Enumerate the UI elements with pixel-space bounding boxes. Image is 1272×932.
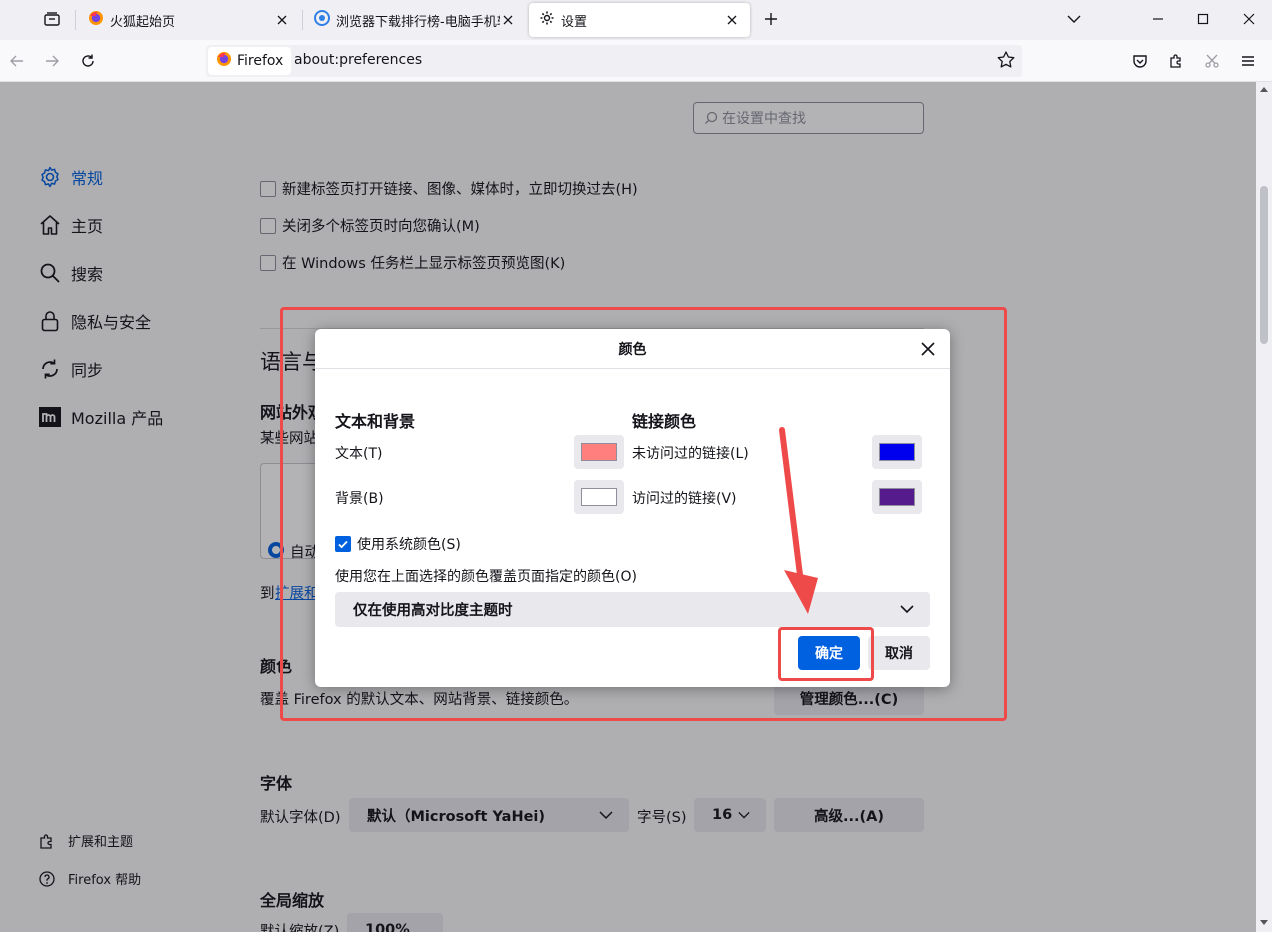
gear-icon — [539, 10, 555, 30]
tab-separator — [75, 10, 76, 30]
forward-arrow-icon — [46, 55, 59, 67]
maximize-button[interactable] — [1189, 6, 1217, 32]
screenshot-button[interactable] — [1200, 49, 1224, 73]
nav-bar: Firefox about:preferences — [0, 40, 1272, 82]
minimize-icon — [1153, 18, 1163, 20]
minimize-button[interactable] — [1144, 6, 1172, 32]
puzzle-icon — [1170, 54, 1181, 68]
close-tab-icon[interactable] — [500, 12, 516, 28]
identity-label: Firefox — [237, 53, 284, 69]
identity-box[interactable]: Firefox — [208, 47, 292, 75]
forward-button[interactable] — [40, 49, 64, 73]
tab-label: 火狐起始页 — [110, 14, 176, 30]
close-icon — [1243, 13, 1255, 25]
tab-bar: 火狐起始页 浏览器下载排行榜-电脑手机软件 设置 — [0, 0, 1272, 40]
url-text[interactable]: about:preferences — [294, 52, 422, 68]
chevron-down-icon — [1067, 15, 1081, 23]
hamburger-menu-icon — [1242, 56, 1254, 66]
firefox-icon — [216, 51, 232, 71]
close-tab-icon[interactable] — [274, 12, 290, 28]
app-menu-button[interactable] — [1236, 49, 1260, 73]
tab-overview-button[interactable] — [40, 8, 64, 30]
pocket-button[interactable] — [1128, 49, 1152, 73]
tab-separator — [302, 10, 303, 30]
scroll-down-icon — [1260, 920, 1268, 925]
annotation-highlight-box — [280, 307, 1007, 721]
maximize-icon — [1197, 13, 1209, 25]
scroll-up-icon — [1260, 87, 1268, 92]
close-window-button[interactable] — [1235, 6, 1263, 32]
annotation-ok-highlight — [778, 627, 874, 681]
pocket-icon — [1133, 55, 1147, 68]
tab-firefox-start[interactable]: 火狐起始页 — [78, 3, 300, 37]
tab-settings[interactable]: 设置 — [529, 3, 750, 37]
site-icon — [314, 10, 330, 30]
tab-browser-ranking[interactable]: 浏览器下载排行榜-电脑手机软件 — [304, 3, 526, 37]
new-tab-button[interactable] — [760, 8, 782, 30]
tab-list-icon — [44, 12, 60, 26]
back-arrow-icon — [10, 55, 23, 67]
annotation-arrow-icon — [779, 427, 818, 614]
tab-label: 设置 — [561, 14, 588, 30]
bookmark-star-icon[interactable] — [996, 50, 1016, 70]
scissors-icon — [1205, 54, 1219, 68]
reload-button[interactable] — [76, 49, 100, 73]
scrollbar-thumb[interactable] — [1260, 186, 1268, 344]
extensions-button[interactable] — [1164, 49, 1188, 73]
reload-icon — [82, 54, 94, 67]
close-tab-icon[interactable] — [724, 12, 740, 28]
url-bar[interactable]: Firefox about:preferences — [206, 45, 1022, 77]
tab-label: 浏览器下载排行榜-电脑手机软件 — [336, 14, 500, 30]
firefox-icon — [88, 10, 104, 30]
back-button[interactable] — [5, 49, 29, 73]
plus-icon — [765, 13, 777, 25]
list-all-tabs-button[interactable] — [1060, 6, 1088, 32]
